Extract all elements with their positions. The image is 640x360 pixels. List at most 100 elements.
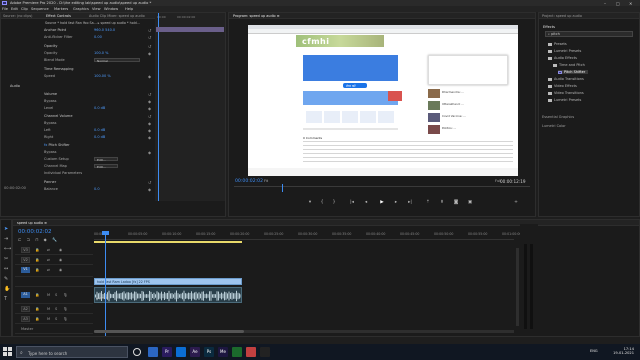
work-area-bar[interactable] (94, 241, 242, 243)
track-target-v1[interactable]: V1 (21, 267, 30, 273)
step-back-frame-icon[interactable]: ◂ (362, 200, 370, 206)
tree-item-pitch-shifter[interactable]: Pitch Shifter (558, 70, 588, 74)
zoom-fit-dropdown[interactable]: Fit (264, 179, 268, 183)
menu-file[interactable]: File (2, 7, 8, 11)
menu-edit[interactable]: Edit (11, 7, 18, 11)
mute-icon[interactable]: M (47, 307, 50, 311)
timeline-vertical-scrollbar[interactable] (516, 248, 519, 326)
news-thumb-1[interactable] (428, 89, 440, 98)
after-effects-icon[interactable]: Ae (190, 347, 200, 357)
type-tool-icon[interactable]: T (4, 296, 11, 302)
tree-item-presets[interactable]: Presets (548, 42, 567, 46)
ec-row-pitch-shifter[interactable]: fx Pitch Shifter (44, 143, 154, 149)
mute-icon[interactable]: M (47, 317, 50, 321)
tree-item-video-effects[interactable]: Video Effects (548, 84, 577, 88)
tab-source[interactable]: Source: (no clips) (3, 14, 32, 18)
eye-icon[interactable]: ◉ (59, 248, 62, 252)
tree-item-video-transitions[interactable]: Video Transitions (548, 91, 584, 95)
menu-sequence[interactable]: Sequence (31, 7, 49, 11)
premiere-icon[interactable]: Pr (162, 347, 172, 357)
lock-icon[interactable]: 🔒 (35, 248, 39, 252)
lock-icon[interactable]: 🔒 (35, 317, 39, 321)
sync-icon[interactable]: ⇌ (47, 248, 50, 252)
menu-help[interactable]: Help (125, 7, 133, 11)
tree-item-audio-transitions[interactable]: Audio Transitions (548, 77, 584, 81)
chrome-icon[interactable] (246, 347, 256, 357)
channel-map-edit-button[interactable]: Edit... (94, 164, 118, 169)
sync-icon[interactable]: ⇌ (47, 258, 50, 262)
cortana-icon[interactable] (133, 348, 141, 356)
solo-icon[interactable]: S (55, 317, 57, 321)
news-item-1[interactable]: Dharmendra: ... (442, 90, 464, 94)
edit-button[interactable]: Edit... (94, 157, 118, 162)
tab-lumetri-color[interactable]: Lumetri Color (542, 124, 566, 128)
mic-icon[interactable]: 🎙 (63, 293, 68, 297)
track-target-a1[interactable]: A1 (21, 292, 30, 298)
ec-row-individual-params[interactable]: Individual Parameters (44, 171, 154, 177)
news-thumb-2[interactable] (428, 101, 440, 110)
track-target-v2[interactable]: V2 (21, 257, 30, 263)
lock-icon[interactable]: 🔒 (35, 258, 39, 262)
scroll-thumb[interactable] (94, 330, 244, 333)
video-clip[interactable]: hold fast Ram Ladoo [fx] 22 FPS (94, 278, 242, 285)
step-forward-frame-icon[interactable]: ▸ (392, 200, 400, 206)
lock-icon[interactable]: 🔒 (35, 307, 39, 311)
timeline-playhead[interactable] (105, 234, 106, 336)
track-target-a2[interactable]: A2 (21, 306, 30, 312)
taskbar-search-box[interactable]: ⌕ Type here to search (16, 346, 128, 358)
news-item-3[interactable]: Covid Vaccine: ... (442, 114, 466, 118)
track-target-a3[interactable]: A3 (21, 316, 30, 322)
lift-icon[interactable]: ⇡ (424, 200, 432, 206)
ec-playhead[interactable] (158, 13, 159, 201)
export-frame-icon[interactable]: ◙ (452, 200, 460, 206)
ec-row-volume[interactable]: Volume ↺ (44, 92, 154, 98)
program-monitor-video[interactable]: cfmhi शेयर करें Dharmendra: ... Uttarakh… (248, 25, 518, 176)
comparison-view-icon[interactable]: ▣ (466, 200, 474, 206)
step-back-icon[interactable]: |◂ (348, 200, 356, 206)
tree-item-lumetri-presets-2[interactable]: Lumetri Presets (548, 98, 581, 102)
sync-icon[interactable]: ⇌ (47, 268, 50, 272)
photoshop-icon[interactable]: Ps (204, 347, 214, 357)
timeline-ruler[interactable]: 00:00 00:00:05:00 00:00:10:00 00:00:15:00 00… (94, 231, 521, 240)
track-target-v3[interactable]: V3 (21, 247, 30, 253)
pen-tool-icon[interactable]: ✎ (4, 276, 11, 282)
tree-item-audio-effects[interactable]: Audio Effects (548, 56, 577, 60)
timeline-toolbar-icons[interactable]: ⊏ ⊐ ⊓ ◆ 🔧 (18, 237, 59, 242)
start-button[interactable] (3, 347, 13, 357)
ec-row-channel-volume[interactable]: Channel Volume ↺ (44, 114, 154, 120)
go-to-in-icon[interactable]: } (330, 200, 338, 206)
language-indicator[interactable]: ENG (590, 349, 598, 353)
mark-in-icon[interactable]: ▾ (306, 200, 314, 206)
news-thumb-4[interactable] (428, 125, 440, 134)
menu-window[interactable]: Window (104, 7, 118, 11)
edge-icon[interactable] (176, 347, 186, 357)
tab-audio-clip-mixer[interactable]: Audio Clip Mixer: speed up audio (89, 14, 145, 18)
mic-icon[interactable]: 🎙 (63, 317, 68, 321)
add-button-icon[interactable]: + (512, 200, 520, 206)
mark-out-icon[interactable]: { (318, 200, 326, 206)
tree-item-lumetri-presets[interactable]: Lumetri Presets (548, 49, 581, 53)
blend-mode-dropdown[interactable]: Normal (94, 58, 140, 63)
program-monitor-title[interactable]: Program: speed up audio ≡ (233, 14, 280, 18)
news-item-2[interactable]: Uttarakhand: ... (442, 102, 464, 106)
menu-view[interactable]: View (92, 7, 101, 11)
ec-row-panner[interactable]: Panner ↺ (44, 180, 154, 186)
extract-icon[interactable]: ⇞ (438, 200, 446, 206)
obs-icon[interactable] (260, 347, 270, 357)
maximize-button[interactable]: □ (616, 1, 620, 6)
minimize-button[interactable]: – (604, 1, 606, 6)
timeline-tab[interactable]: speed up audio ≡ (17, 221, 47, 225)
hand-tool-icon[interactable]: ✋ (4, 286, 11, 292)
tab-effects[interactable]: Effects (543, 25, 555, 29)
slip-tool-icon[interactable]: ↔ (4, 266, 11, 272)
selection-tool-icon[interactable]: ➤ (4, 226, 11, 232)
program-ruler[interactable] (234, 186, 530, 192)
timeline-horizontal-scrollbar[interactable] (94, 330, 514, 333)
news-item-4[interactable]: Politics: ... (442, 126, 456, 130)
menu-clip[interactable]: Clip (21, 7, 28, 11)
ec-row-time-remap[interactable]: Time Remapping (44, 67, 154, 73)
tree-item-time-and-pitch[interactable]: Time and Pitch (553, 63, 585, 67)
program-timecode[interactable]: 00:00:02:02 (235, 179, 263, 184)
ec-row-opacity-group[interactable]: Opacity ↺ (44, 44, 154, 50)
media-encoder-icon[interactable]: Me (218, 347, 228, 357)
